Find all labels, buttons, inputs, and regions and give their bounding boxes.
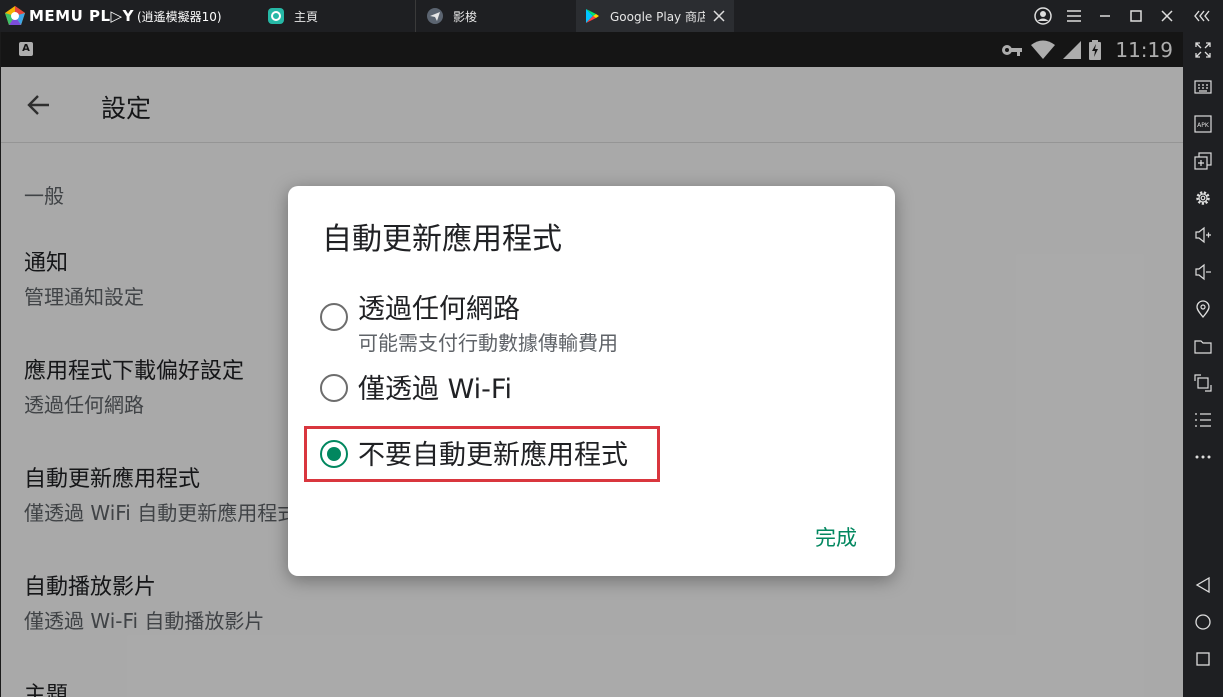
title-bar: MEMU PL▷Y (逍遙模擬器10) 主頁 影梭 Google Play 商店	[0, 0, 1223, 32]
collapse-sidebar-icon[interactable]	[1192, 6, 1212, 26]
volume-up-icon[interactable]	[1191, 223, 1215, 247]
maximize-icon[interactable]	[1126, 6, 1146, 26]
instance-name: (逍遙模擬器10)	[136, 9, 222, 24]
option-label: 僅透過 Wi-Fi	[358, 374, 512, 405]
emulator-toolbar: APK	[1183, 32, 1223, 697]
apk-install-icon[interactable]: APK	[1191, 112, 1215, 136]
keyboard-icon[interactable]	[1191, 75, 1215, 99]
emulator-window: MEMU PL▷Y (逍遙模擬器10) 主頁 影梭 Google Play 商店…	[0, 0, 1223, 697]
multi-instance-icon[interactable]	[1191, 149, 1215, 173]
rotate-screen-icon[interactable]	[1191, 371, 1215, 395]
operation-list-icon[interactable]	[1191, 408, 1215, 432]
location-pin-icon[interactable]	[1191, 297, 1215, 321]
done-button[interactable]: 完成	[815, 522, 857, 552]
app-name: MEMU PL▷Y	[29, 7, 134, 25]
minimize-icon[interactable]	[1095, 6, 1115, 26]
radio-selected-icon[interactable]	[320, 440, 348, 468]
tab-home[interactable]: 主頁	[268, 0, 416, 32]
auto-update-dialog: 自動更新應用程式 透過任何網路 可能需支付行動數據傳輸費用 僅透過 Wi-Fi …	[288, 186, 895, 576]
option-label: 不要自動更新應用程式	[358, 440, 628, 471]
radio-unselected-icon[interactable]	[320, 303, 348, 331]
option-label: 透過任何網路	[358, 294, 520, 325]
paper-plane-icon	[427, 8, 443, 24]
android-recents-icon[interactable]	[1191, 647, 1215, 671]
google-play-icon	[584, 8, 600, 24]
app-logo: MEMU PL▷Y (逍遙模擬器10)	[4, 5, 222, 27]
tab-shadowsocks-label: 影梭	[453, 9, 478, 24]
tab-google-play-label: Google Play 商店	[610, 9, 705, 24]
tab-google-play[interactable]: Google Play 商店	[576, 0, 734, 32]
android-screen: A 11:19 設定 一般 通知 管理通知設定 應用程式下載偏好設定 透過任何網…	[1, 32, 1183, 697]
close-tab-icon[interactable]	[713, 10, 725, 22]
option-sublabel: 可能需支付行動數據傳輸費用	[358, 331, 618, 355]
home-tab-icon	[268, 8, 284, 24]
fullscreen-icon[interactable]	[1191, 38, 1215, 62]
settings-gear-icon[interactable]	[1191, 186, 1215, 210]
radio-unselected-icon[interactable]	[320, 374, 348, 402]
tab-home-label: 主頁	[294, 9, 319, 24]
account-icon[interactable]	[1033, 6, 1053, 26]
folder-icon[interactable]	[1191, 334, 1215, 358]
android-home-icon[interactable]	[1191, 610, 1215, 634]
dialog-title: 自動更新應用程式	[322, 222, 562, 257]
svg-text:APK: APK	[1197, 122, 1210, 129]
tab-shadowsocks[interactable]: 影梭	[427, 0, 575, 32]
volume-down-icon[interactable]	[1191, 260, 1215, 284]
android-back-icon[interactable]	[1191, 573, 1215, 597]
close-window-icon[interactable]	[1157, 6, 1177, 26]
memu-logo-icon	[5, 6, 25, 25]
more-icon[interactable]	[1191, 445, 1215, 469]
menu-icon[interactable]	[1064, 6, 1084, 26]
